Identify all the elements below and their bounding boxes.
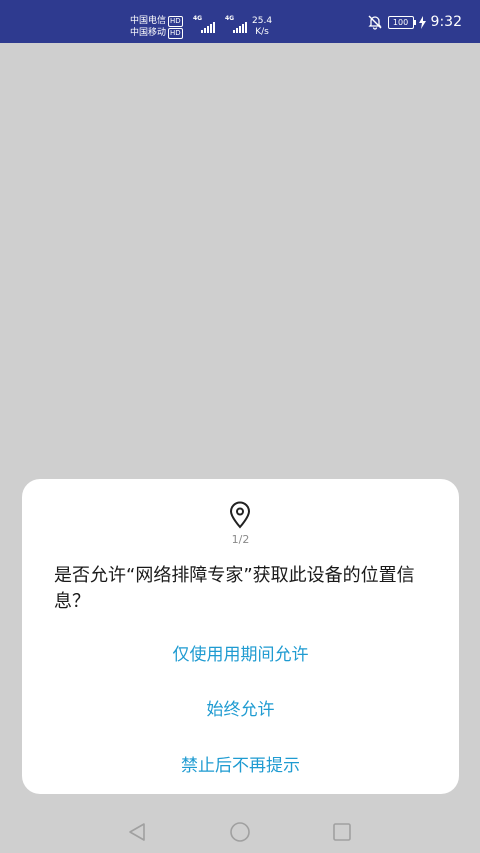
battery-level: 100 [392,17,409,27]
navigation-bar [0,806,480,853]
location-permission-dialog: 1/2 是否允许“网络排障专家”获取此设备的位置信息？ 仅使用用期间允许 始终允… [22,479,459,794]
hd-badge-1: HD [168,15,183,27]
carrier-1-label: 中国电信 [130,16,167,26]
battery-icon: 100 [387,15,416,29]
carrier-info: 中国电信 HD 中国移动 HD [130,15,183,39]
allow-while-using-button[interactable]: 仅使用用期间允许 [22,640,459,665]
page-indicator: 1/2 [231,533,250,546]
carrier-2-label: 中国移动 [130,28,167,38]
signal-group: 4G 4G [193,16,251,36]
deny-dont-ask-button[interactable]: 禁止后不再提示 [22,751,459,776]
allow-always-button[interactable]: 始终允许 [22,695,459,720]
permission-prompt: 是否允许“网络排障专家”获取此设备的位置信息？ [54,565,415,612]
clock: 9:32 [430,14,462,30]
network-speed: 25.4 K/s [252,16,272,38]
bell-off-icon [367,15,382,30]
signal-icon: 4G [193,16,219,36]
signal-icon: 4G [225,16,251,36]
back-icon[interactable] [127,822,147,842]
speed-value: 25.4 [252,16,273,26]
carrier-row-1: 中国电信 HD [130,15,183,27]
carrier-row-2: 中国移动 HD [130,27,183,39]
status-right: 100 9:32 [367,13,462,31]
location-pin-icon [229,501,251,529]
recents-icon[interactable] [332,822,352,842]
speed-unit: K/s [255,27,269,37]
hd-badge-2: HD [168,27,183,39]
charging-bolt-icon [418,15,426,29]
home-icon[interactable] [228,822,252,842]
status-bar: 中国电信 HD 中国移动 HD 4G 4G 25.4 K/s 100 9:32 [0,0,480,43]
